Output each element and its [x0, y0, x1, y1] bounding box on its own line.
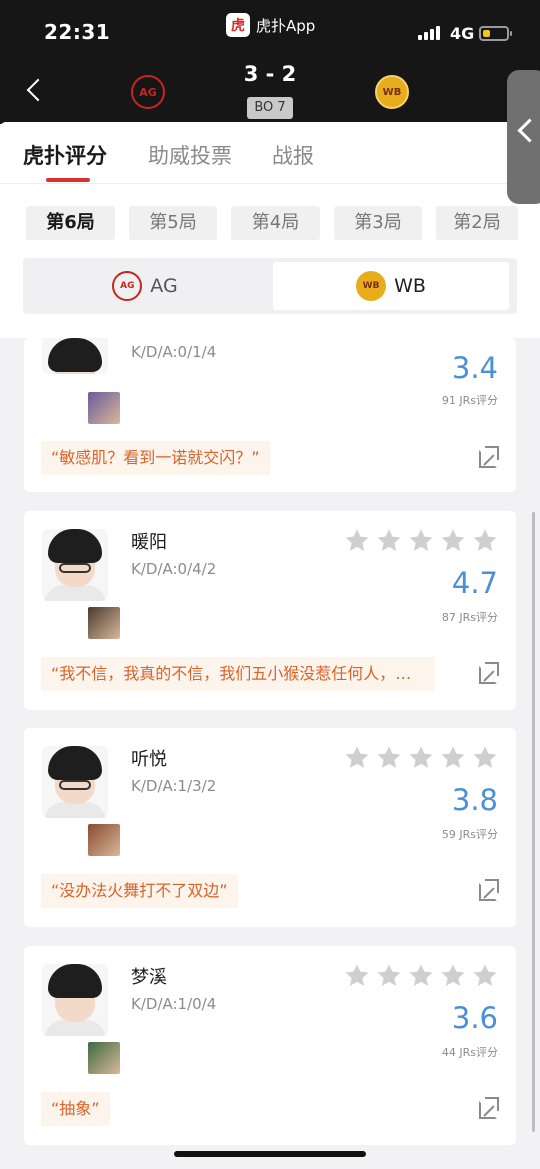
player-kda: K/D/A:1/3/2	[131, 777, 217, 795]
star-icon[interactable]	[375, 527, 403, 555]
star-rating-input[interactable]	[343, 744, 499, 772]
team-toggle: AG AG WB WB	[23, 258, 517, 314]
player-avatar[interactable]	[42, 964, 108, 1036]
team-toggle-ag[interactable]: AG AG	[27, 262, 263, 310]
player-rating-score: 4.7	[451, 566, 498, 600]
game-pill-5[interactable]: 第5局	[129, 206, 217, 240]
team-wb-logo[interactable]: WB	[375, 75, 409, 109]
player-card[interactable]: 暖阳 K/D/A:0/4/2 4.7 87 JRs评分 “我不信，我真的不信，我们五小猴…	[24, 511, 516, 710]
tab-hupu-rating[interactable]: 虎扑评分	[23, 140, 107, 170]
app-name: 虎扑App	[256, 16, 316, 35]
hero-icon	[86, 390, 122, 426]
game-pill-2[interactable]: 第2局	[436, 206, 518, 240]
player-kda: K/D/A:1/0/4	[131, 995, 217, 1013]
player-card[interactable]: K/D/A:0/1/4 3.4 91 JRs评分 “敏感肌？看到一诺就交闪？”	[24, 338, 516, 492]
top-comment-quote[interactable]: “抽象”	[41, 1092, 110, 1126]
top-comment-quote[interactable]: “敏感肌？看到一诺就交闪？”	[41, 441, 270, 475]
top-comment-quote[interactable]: “没办法火舞打不了双边”	[41, 874, 238, 908]
network-label: 4G	[450, 24, 475, 43]
star-icon[interactable]	[343, 527, 371, 555]
player-kda: K/D/A:0/1/4	[131, 343, 217, 361]
star-rating-input[interactable]	[343, 527, 499, 555]
star-icon[interactable]	[407, 744, 435, 772]
wb-logo-icon: WB	[356, 271, 387, 301]
tab-bar: 虎扑评分 助威投票 战报	[0, 122, 540, 184]
team-toggle-section: AG AG WB WB	[0, 250, 540, 338]
team-ag-logo[interactable]: AG	[131, 75, 165, 109]
team-toggle-wb-label: WB	[394, 275, 426, 297]
app-logo-icon: 虎	[226, 13, 250, 37]
tab-active-underline	[46, 178, 90, 182]
star-icon[interactable]	[375, 962, 403, 990]
status-time: 22:31	[44, 20, 111, 44]
game-pill-3[interactable]: 第3局	[334, 206, 422, 240]
star-icon[interactable]	[343, 962, 371, 990]
top-comment-quote[interactable]: “我不信，我真的不信，我们五小猴没惹任何人，…	[41, 657, 435, 691]
rating-vote-count: 59 JRs评分	[441, 828, 498, 841]
hero-icon	[86, 605, 122, 641]
star-icon[interactable]	[343, 744, 371, 772]
match-header: 22:31 虎 虎扑App 4G AG 3 - 2 BO 7 WB	[0, 0, 540, 124]
player-rating-score: 3.8	[451, 783, 498, 817]
player-avatar[interactable]	[42, 338, 108, 374]
star-rating-input[interactable]	[343, 962, 499, 990]
star-icon[interactable]	[407, 962, 435, 990]
match-format-badge: BO 7	[247, 97, 293, 119]
rating-vote-count: 91 JRs评分	[441, 394, 498, 407]
side-collapse-handle[interactable]	[507, 70, 540, 204]
player-avatar[interactable]	[42, 529, 108, 601]
star-icon[interactable]	[471, 962, 499, 990]
share-icon[interactable]	[479, 446, 499, 468]
signal-icon	[418, 26, 440, 40]
tab-match-report[interactable]: 战报	[272, 140, 314, 170]
player-card[interactable]: 听悦 K/D/A:1/3/2 3.8 59 JRs评分 “没办法火舞打不了双边”	[24, 728, 516, 927]
scrollbar[interactable]	[532, 512, 535, 1132]
rating-vote-count: 44 JRs评分	[441, 1046, 498, 1059]
rating-vote-count: 87 JRs评分	[441, 611, 498, 624]
game-pill-4[interactable]: 第4局	[231, 206, 320, 240]
player-rating-score: 3.4	[451, 351, 498, 385]
tab-cheer-vote[interactable]: 助威投票	[148, 140, 232, 170]
battery-level	[483, 30, 490, 37]
player-name: 梦溪	[131, 967, 167, 988]
share-icon[interactable]	[479, 662, 499, 684]
hero-icon	[86, 822, 122, 858]
share-icon[interactable]	[479, 879, 499, 901]
team-toggle-wb[interactable]: WB WB	[273, 262, 509, 310]
player-kda: K/D/A:0/4/2	[131, 560, 217, 578]
match-score: 3 - 2	[243, 62, 297, 86]
battery-icon	[479, 26, 512, 41]
ag-logo-icon: AG	[112, 271, 143, 301]
game-selector: 第6局 第5局 第4局 第3局 第2局	[0, 184, 540, 250]
star-icon[interactable]	[375, 744, 403, 772]
player-rating-score: 3.6	[451, 1001, 498, 1035]
hero-icon	[86, 1040, 122, 1076]
home-indicator[interactable]	[174, 1151, 366, 1157]
player-avatar[interactable]	[42, 746, 108, 818]
back-button[interactable]	[24, 78, 46, 104]
share-icon[interactable]	[479, 1097, 499, 1119]
team-toggle-ag-label: AG	[150, 275, 178, 297]
star-icon[interactable]	[439, 962, 467, 990]
game-pill-6[interactable]: 第6局	[26, 206, 115, 240]
player-name: 听悦	[131, 749, 167, 770]
player-card[interactable]: 梦溪 K/D/A:1/0/4 3.6 44 JRs评分 “抽象”	[24, 946, 516, 1145]
star-icon[interactable]	[439, 744, 467, 772]
star-icon[interactable]	[439, 527, 467, 555]
star-icon[interactable]	[471, 527, 499, 555]
star-icon[interactable]	[407, 527, 435, 555]
app-chip: 虎 虎扑App	[226, 12, 315, 38]
star-icon[interactable]	[471, 744, 499, 772]
player-name: 暖阳	[131, 532, 167, 553]
